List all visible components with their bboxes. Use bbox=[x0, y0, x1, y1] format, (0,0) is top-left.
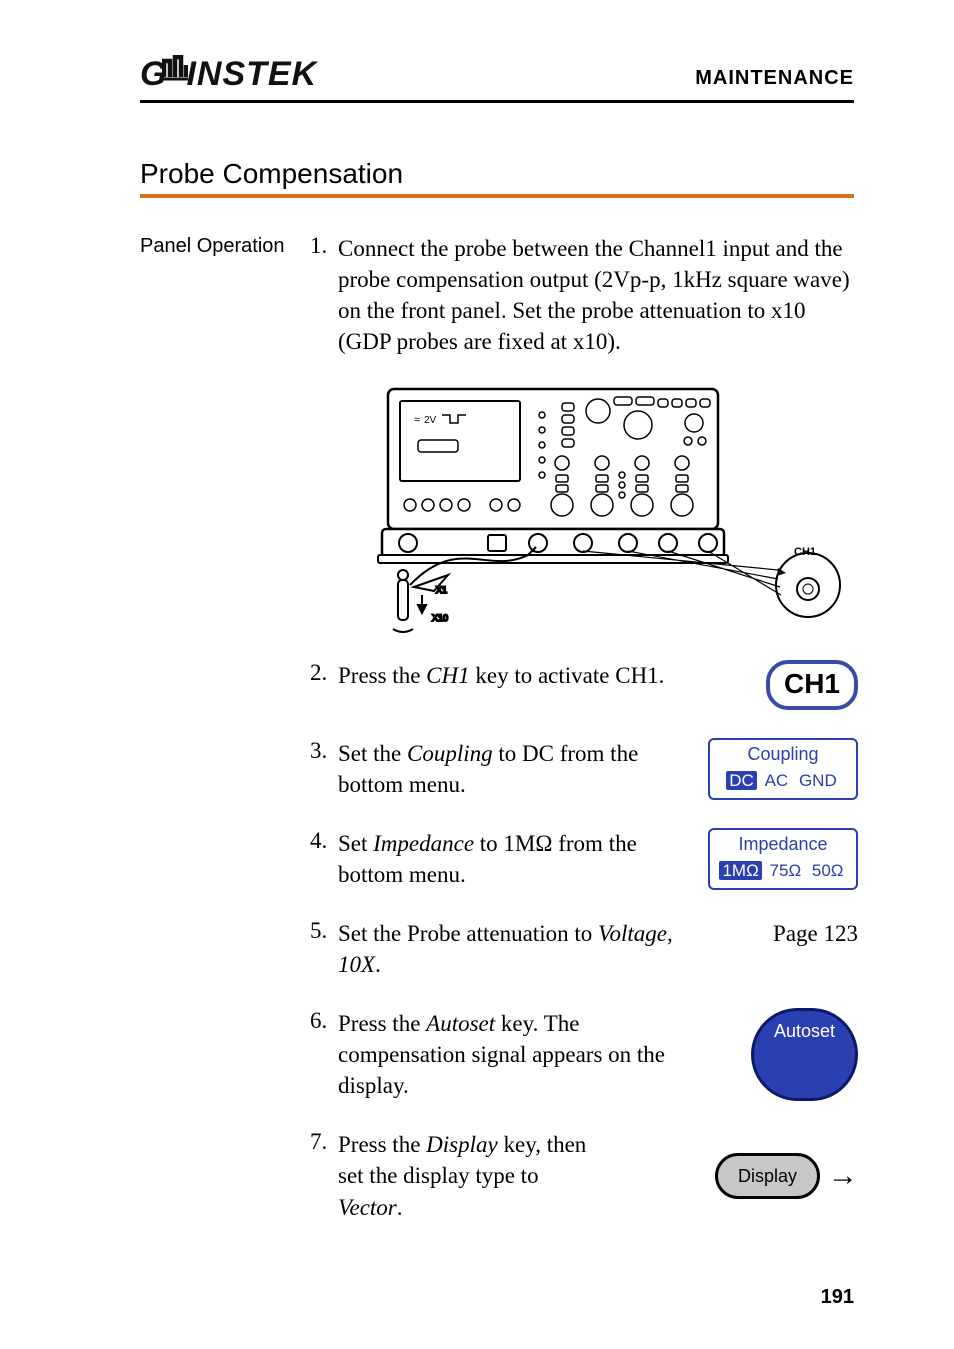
step-5: 5. Set the Probe attenuation to Voltage,… bbox=[310, 918, 858, 980]
svg-text:≈: ≈ bbox=[414, 414, 420, 426]
diagram-x1-label: X1 bbox=[436, 585, 447, 595]
diagram-x10-label: X10 bbox=[432, 613, 448, 623]
page-reference: Page 123 bbox=[773, 918, 858, 980]
step-1: 1. Connect the probe between the Channel… bbox=[310, 233, 858, 357]
step-text: Press the Display key, then set the disp… bbox=[338, 1129, 608, 1222]
header-section-name: MAINTENANCE bbox=[695, 67, 854, 94]
impedance-softkey-icon: Impedance 1MΩ 75Ω 50Ω bbox=[708, 828, 858, 890]
step-2: 2. Press the CH1 key to activate CH1. CH… bbox=[310, 660, 858, 710]
step-number: 7. bbox=[310, 1129, 338, 1155]
step-text: Connect the probe between the Channel1 i… bbox=[338, 233, 858, 357]
section-rule bbox=[140, 194, 854, 198]
step-text: Set Impedance to 1MΩ from the bottom men… bbox=[338, 828, 678, 890]
section-title: Probe Compensation bbox=[140, 158, 854, 190]
step-number: 5. bbox=[310, 918, 338, 944]
step-number: 4. bbox=[310, 828, 338, 854]
page-header: G INSTEK MAINTENANCE bbox=[140, 55, 854, 103]
ch1-key-icon: CH1 bbox=[766, 660, 858, 710]
step-3: 3. Set the Coupling to DC from the botto… bbox=[310, 738, 858, 800]
arrow-right-icon: → bbox=[828, 1161, 858, 1191]
step-text: Press the Autoset key. The compensation … bbox=[338, 1008, 678, 1101]
autoset-key-icon: Autoset bbox=[751, 1008, 858, 1101]
step-number: 6. bbox=[310, 1008, 338, 1034]
step-number: 1. bbox=[310, 233, 338, 259]
page-number: 191 bbox=[821, 1286, 854, 1309]
step-number: 2. bbox=[310, 660, 338, 686]
coupling-softkey-icon: Coupling DC AC GND bbox=[708, 738, 858, 800]
step-4: 4. Set Impedance to 1MΩ from the bottom … bbox=[310, 828, 858, 890]
diagram-ch1-label: CH1 bbox=[794, 546, 816, 558]
brand-logo: G INSTEK bbox=[140, 55, 317, 94]
step-7: 7. Press the Display key, then set the d… bbox=[310, 1129, 858, 1222]
step-number: 3. bbox=[310, 738, 338, 764]
step-6: 6. Press the Autoset key. The compensati… bbox=[310, 1008, 858, 1101]
diagram-2v-label: 2V bbox=[424, 415, 437, 426]
side-label: Panel Operation bbox=[140, 233, 310, 258]
probe-connection-diagram: ≈ 2V bbox=[338, 385, 858, 635]
steps-list: 1. Connect the probe between the Channel… bbox=[310, 233, 858, 1223]
step-text: Set the Probe attenuation to Voltage, 10… bbox=[338, 918, 678, 980]
display-key-icon: Display bbox=[715, 1153, 820, 1199]
step-text: Press the CH1 key to activate CH1. bbox=[338, 660, 678, 710]
step-text: Set the Coupling to DC from the bottom m… bbox=[338, 738, 678, 800]
